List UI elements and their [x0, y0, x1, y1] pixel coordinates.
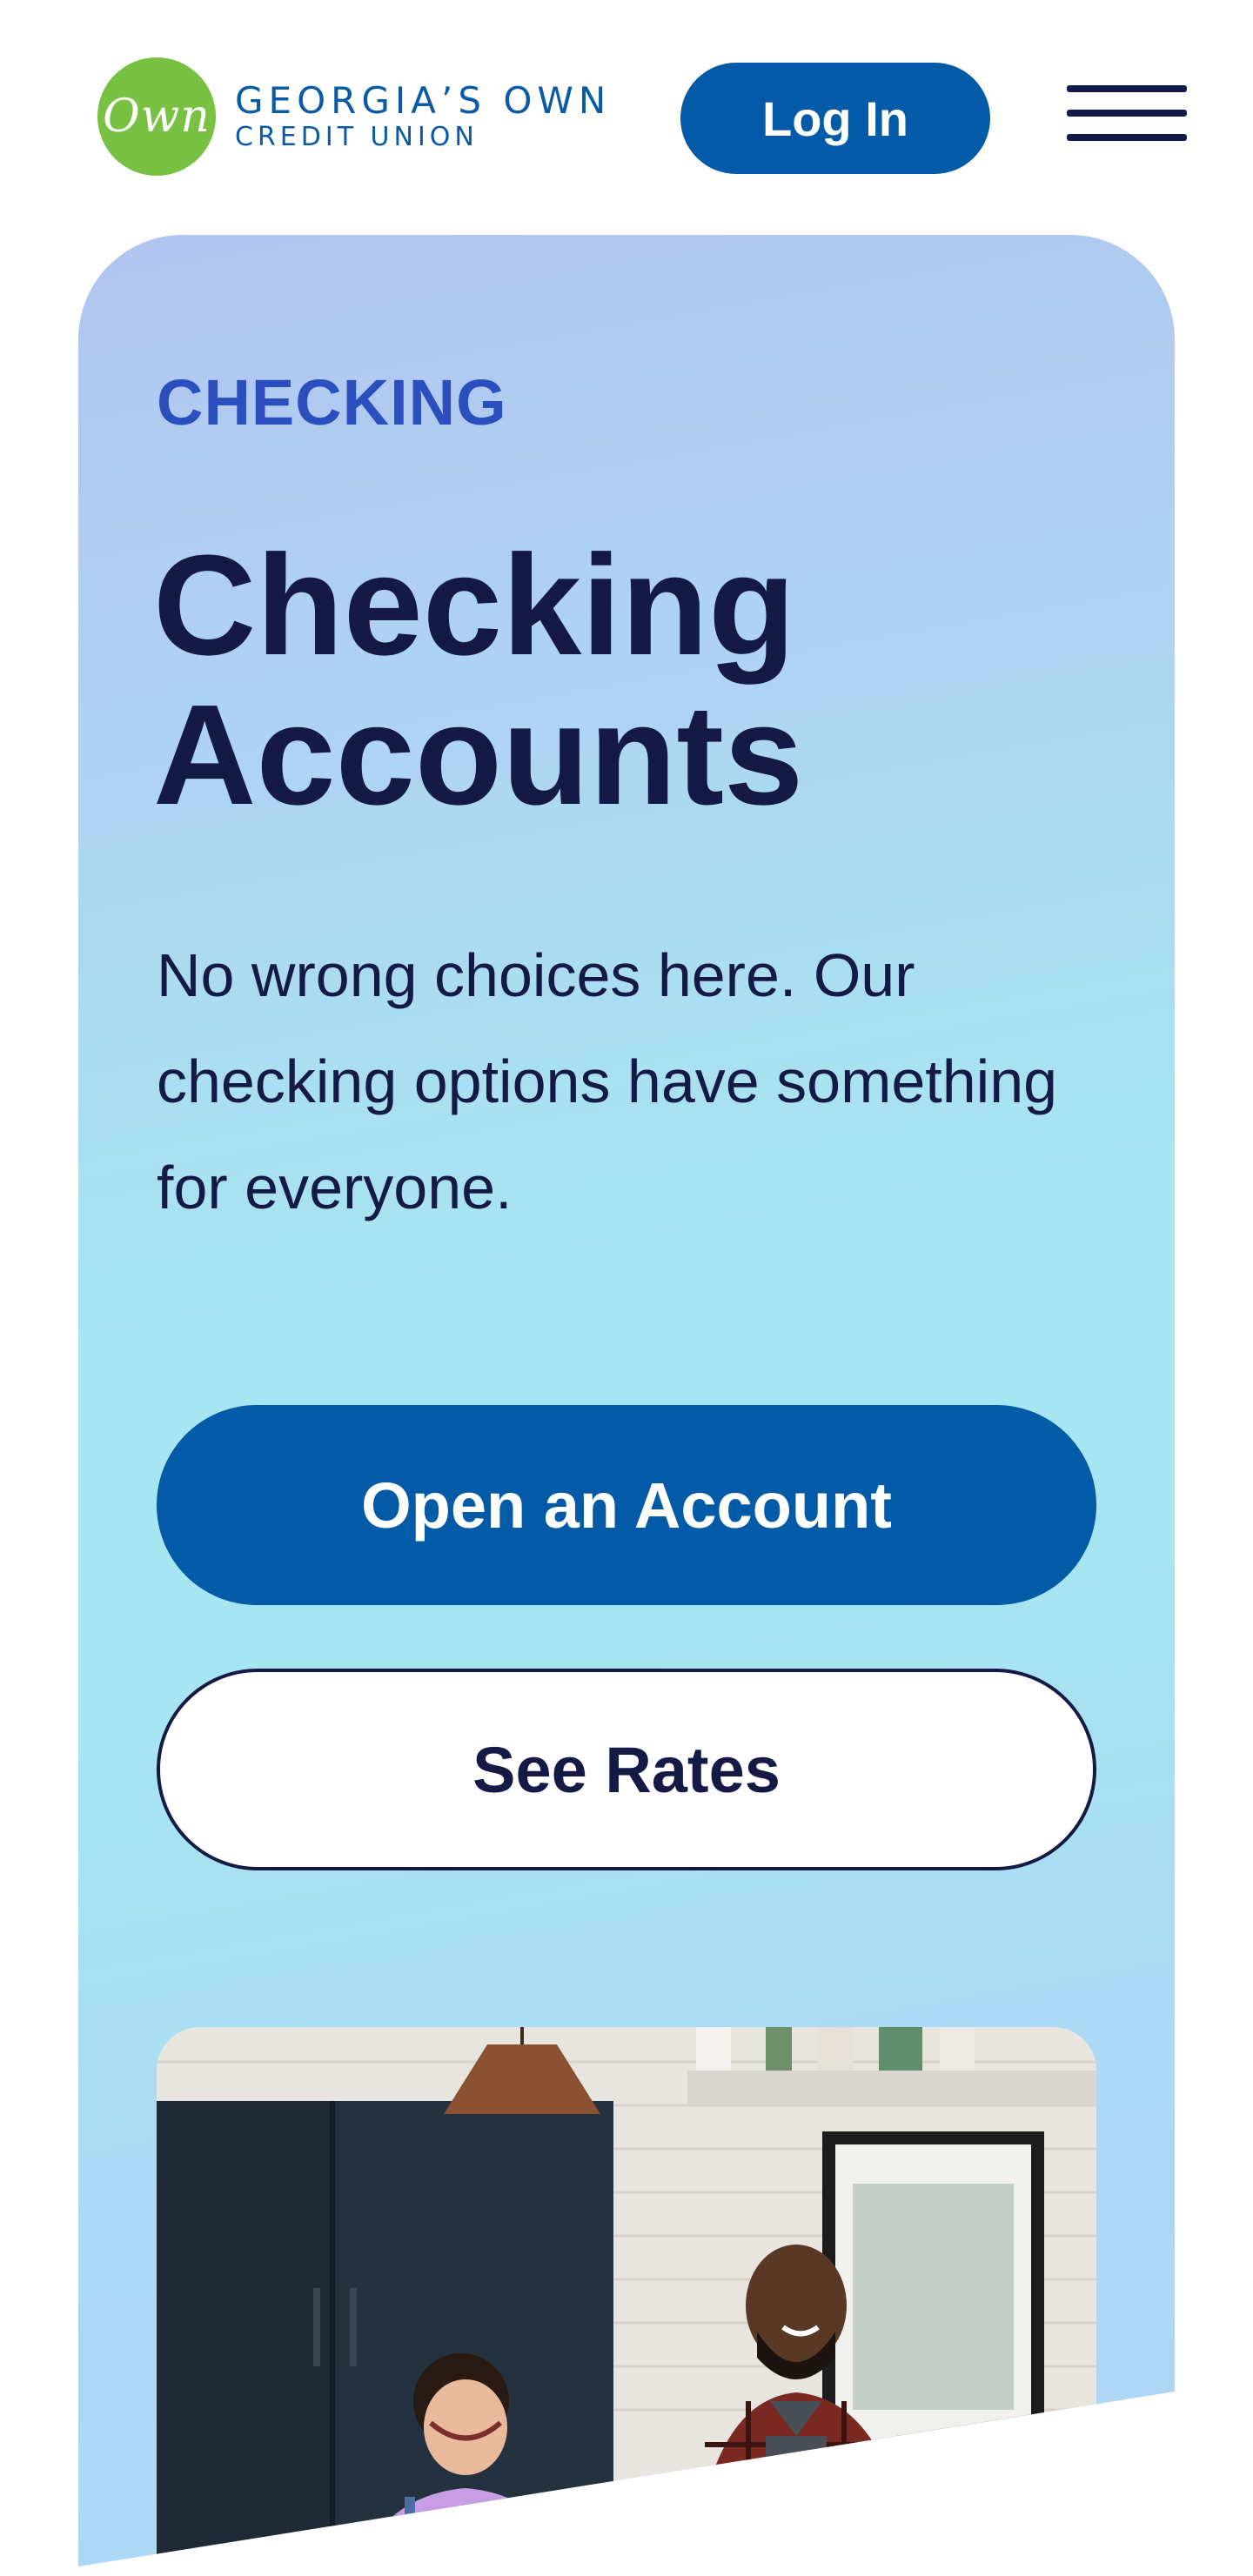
menu-bar [1067, 110, 1187, 117]
hero-eyebrow: CHECKING [157, 366, 507, 438]
hero-description: No wrong choices here. Our checking opti… [157, 941, 1058, 1221]
menu-bar [1067, 85, 1187, 92]
hero-photo [157, 2027, 1096, 2566]
hamburger-menu-icon[interactable] [1067, 84, 1187, 153]
login-button[interactable]: Log In [680, 63, 990, 174]
logo-wordmark: GEORGIA’S OWN CREDIT UNION [235, 80, 611, 153]
logo-link[interactable]: Own GEORGIA’S OWN CREDIT UNION [97, 57, 611, 176]
logo-subtitle: CREDIT UNION [235, 122, 479, 152]
menu-bar [1067, 134, 1187, 141]
logo-title: GEORGIA’S OWN [235, 79, 612, 122]
logo-mark-text: Own [103, 90, 211, 143]
open-account-button[interactable]: Open an Account [157, 1405, 1096, 1605]
see-rates-button[interactable]: See Rates [157, 1669, 1096, 1870]
logo-mark: Own [97, 57, 216, 176]
page-title: Checking Accounts [153, 525, 804, 834]
site-header: Own GEORGIA’S OWN CREDIT UNION Log In [0, 0, 1253, 235]
hero-card: CHECKING Checking Accounts No wrong choi… [78, 235, 1175, 2566]
